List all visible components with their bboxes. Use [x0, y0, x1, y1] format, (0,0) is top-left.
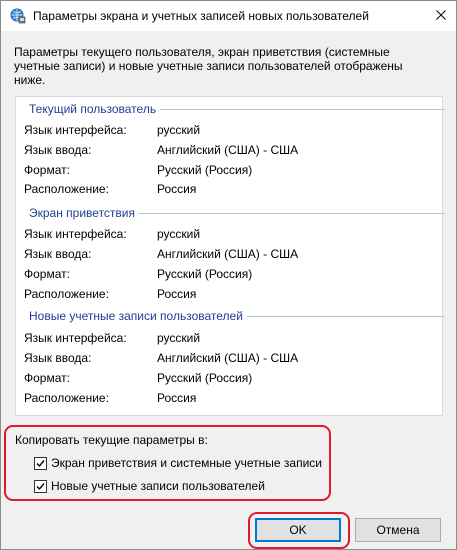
group-title: Новые учетные записи пользователей	[29, 309, 243, 323]
dialog-window: Параметры экрана и учетных записей новых…	[0, 0, 457, 550]
globe-settings-icon	[10, 8, 26, 24]
input-language-label: Язык ввода:	[24, 351, 92, 365]
highlight-frame-ok-button	[248, 512, 350, 549]
ui-language-label: Язык интерфейса:	[24, 227, 127, 241]
group-header-current-user: Текущий пользователь	[29, 101, 445, 117]
window-title: Параметры экрана и учетных записей новых…	[33, 9, 369, 23]
location-value: Россия	[157, 287, 197, 301]
group-title: Экран приветствия	[29, 206, 136, 220]
location-label: Расположение:	[24, 287, 109, 301]
divider	[139, 212, 445, 214]
ui-language-value: русский	[157, 331, 201, 345]
group-header-new-users: Новые учетные записи пользователей	[29, 308, 445, 324]
settings-panel: Текущий пользователь Язык интерфейса: ру…	[15, 96, 445, 416]
location-label: Расположение:	[24, 391, 109, 405]
ui-language-value: русский	[157, 227, 201, 241]
ui-language-label: Язык интерфейса:	[24, 331, 127, 345]
format-value: Русский (Россия)	[157, 163, 253, 177]
input-language-label: Язык ввода:	[24, 143, 92, 157]
input-language-value: Английский (США) - США	[157, 143, 299, 157]
description-text: Параметры текущего пользователя, экран п…	[14, 45, 403, 87]
location-label: Расположение:	[24, 182, 109, 196]
input-language-value: Английский (США) - США	[157, 351, 299, 365]
divider	[246, 315, 445, 317]
input-language-value: Английский (США) - США	[157, 247, 299, 261]
input-language-label: Язык ввода:	[24, 247, 92, 261]
ui-language-label: Язык интерфейса:	[24, 123, 127, 137]
divider	[160, 108, 445, 110]
highlight-frame-copy-settings	[4, 425, 331, 501]
title-bar: Параметры экрана и учетных записей новых…	[1, 1, 456, 31]
format-value: Русский (Россия)	[157, 371, 253, 385]
close-icon	[436, 9, 446, 23]
format-label: Формат:	[24, 267, 70, 281]
group-title: Текущий пользователь	[29, 102, 157, 116]
location-value: Россия	[157, 182, 197, 196]
format-value: Русский (Россия)	[157, 267, 253, 281]
close-button[interactable]	[426, 1, 456, 31]
group-header-welcome-screen: Экран приветствия	[29, 205, 445, 221]
format-label: Формат:	[24, 371, 70, 385]
cancel-button[interactable]: Отмена	[355, 518, 441, 542]
location-value: Россия	[157, 391, 197, 405]
format-label: Формат:	[24, 163, 70, 177]
ui-language-value: русский	[157, 123, 201, 137]
